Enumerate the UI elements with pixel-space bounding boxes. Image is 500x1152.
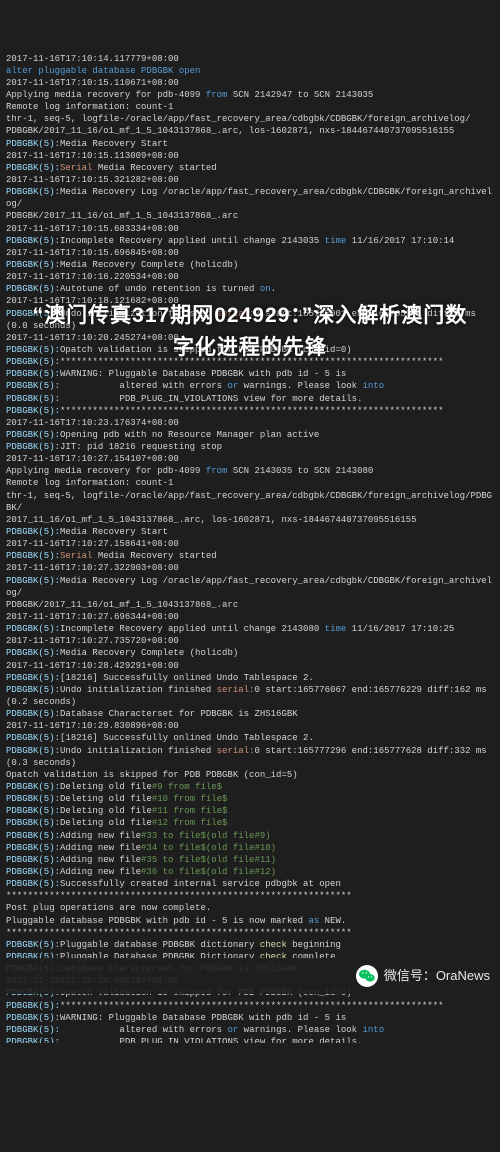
log-line: PDBGBK(5):Serial Media Recovery started	[6, 162, 494, 174]
log-line: 2017-11-16T17:10:28.429291+08:00	[6, 660, 494, 672]
log-line: PDBGBK(5):[18216] Successfully onlined U…	[6, 672, 494, 684]
log-line: 2017-11-16T17:10:15.321282+08:00	[6, 174, 494, 186]
terminal-output: 2017-11-16T17:10:14.117779+08:00alter pl…	[0, 49, 500, 1043]
log-line: 2017-11-16T17:10:27.735720+08:00	[6, 635, 494, 647]
log-line: PDBGBK(5):Media Recovery Start	[6, 526, 494, 538]
log-line: PDBGBK(5): PDB_PLUG_IN_VIOLATIONS view f…	[6, 393, 494, 405]
log-line: PDBGBK(5):Media Recovery Complete (holic…	[6, 259, 494, 271]
log-line: PDBGBK(5):Adding new file#33 to file$(ol…	[6, 830, 494, 842]
log-line: PDBGBK(5):Deleting old file#9 from file$	[6, 781, 494, 793]
log-line: Applying media recovery for pdb-4099 fro…	[6, 465, 494, 477]
log-line: PDBGBK(5):Incomplete Recovery applied un…	[6, 623, 494, 635]
log-line: 2017_11_16/o1_mf_1_5_1043137868_.arc, lo…	[6, 514, 494, 526]
log-line: PDBGBK(5):Serial Media Recovery started	[6, 550, 494, 562]
log-line: 2017-11-16T17:10:16.220534+08:00	[6, 271, 494, 283]
log-line: PDBGBK(5):Adding new file#35 to file$(ol…	[6, 854, 494, 866]
log-line: PDBGBK(5):Adding new file#34 to file$(ol…	[6, 842, 494, 854]
wechat-label: 微信号：OraNews	[384, 967, 490, 985]
log-line: 2017-11-16T17:10:27.696344+08:00	[6, 611, 494, 623]
wechat-icon	[356, 965, 378, 987]
log-line: PDBGBK(5):[18216] Successfully onlined U…	[6, 732, 494, 744]
log-line: thr-1, seq-5, logfile-/oracle/app/fast_r…	[6, 113, 494, 125]
log-line: PDBGBK(5):Deleting old file#10 from file…	[6, 793, 494, 805]
log-line: PDBGBK/2017_11_16/o1_mf_1_5_1043137868_.…	[6, 599, 494, 611]
log-line: 2017-11-16T17:10:23.176374+08:00	[6, 417, 494, 429]
log-line: PDBGBK(5):Database Characterset for PDBG…	[6, 708, 494, 720]
log-line: PDBGBK(5): altered with errors or warnin…	[6, 1024, 494, 1036]
log-line: PDBGBK(5):Media Recovery Complete (holic…	[6, 647, 494, 659]
log-line: 2017-11-16T17:10:15.113009+08:00	[6, 150, 494, 162]
log-line: PDBGBK(5):Incomplete Recovery applied un…	[6, 235, 494, 247]
log-line: PDBGBK(5):Adding new file#36 to file$(ol…	[6, 866, 494, 878]
log-line: PDBGBK/2017_11_16/o1_mf_1_5_1043137868_.…	[6, 210, 494, 222]
log-line: 2017-11-16T17:10:29.830896+08:00	[6, 720, 494, 732]
log-line: Pluggable database PDBGBK with pdb id - …	[6, 915, 494, 927]
log-line: PDBGBK(5):Undo initialization finished s…	[6, 745, 494, 769]
log-line: 2017-11-16T17:10:27.154107+08:00	[6, 453, 494, 465]
log-line: 2017-11-16T17:10:14.117779+08:00	[6, 53, 494, 65]
log-line: PDBGBK(5):Media Recovery Log /oracle/app…	[6, 186, 494, 210]
log-line: ****************************************…	[6, 927, 494, 939]
log-line: 2017-11-16T17:10:27.158641+08:00	[6, 538, 494, 550]
log-line: 2017-11-16T17:10:15.696845+08:00	[6, 247, 494, 259]
log-line: PDBGBK(5): altered with errors or warnin…	[6, 380, 494, 392]
log-line: Remote log information: count-1	[6, 477, 494, 489]
log-line: PDBGBK(5):Deleting old file#11 from file…	[6, 805, 494, 817]
log-line: PDBGBK(5): PDB_PLUG_IN_VIOLATIONS view f…	[6, 1036, 494, 1043]
log-line: PDBGBK(5):Media Recovery Start	[6, 138, 494, 150]
log-line: PDBGBK(5):Deleting old file#12 from file…	[6, 817, 494, 829]
log-line: 2017-11-16T17:10:27.322903+08:00	[6, 562, 494, 574]
log-line: PDBGBK(5):Media Recovery Log /oracle/app…	[6, 575, 494, 599]
log-line: PDBGBK(5):Undo initialization finished s…	[6, 684, 494, 708]
log-line: alter pluggable database PDBGBK open	[6, 65, 494, 77]
log-line: PDBGBK(5):Opening pdb with no Resource M…	[6, 429, 494, 441]
log-line: PDBGBK/2017_11_16/o1_mf_1_5_1043137868_.…	[6, 125, 494, 137]
log-line: 2017-11-16T17:10:15.110671+08:00	[6, 77, 494, 89]
log-line: Applying media recovery for pdb-4099 fro…	[6, 89, 494, 101]
log-line: Post plug operations are now complete.	[6, 902, 494, 914]
log-line: PDBGBK(5):WARNING: Pluggable Database PD…	[6, 1012, 494, 1024]
log-line: thr-1, seq-5, logfile-/oracle/app/fast_r…	[6, 490, 494, 514]
log-line: 2017-11-16T17:10:15.683334+08:00	[6, 223, 494, 235]
log-line: PDBGBK(5):******************************…	[6, 1000, 494, 1012]
log-line: Opatch validation is skipped for PDB PDB…	[6, 769, 494, 781]
article-overlay-title: “澳门传真317期网024929：”深入解析澳门数字化进程的先锋	[0, 290, 500, 373]
log-line: Remote log information: count-1	[6, 101, 494, 113]
log-line: PDBGBK(5):Successfully created internal …	[6, 878, 494, 890]
log-line: PDBGBK(5):Pluggable database PDBGBK dict…	[6, 939, 494, 951]
log-line: PDBGBK(5):******************************…	[6, 405, 494, 417]
log-line: ****************************************…	[6, 890, 494, 902]
log-line: PDBGBK(5):JIT: pid 18216 requesting stop	[6, 441, 494, 453]
wechat-footer-bar: 微信号：OraNews	[0, 958, 500, 994]
